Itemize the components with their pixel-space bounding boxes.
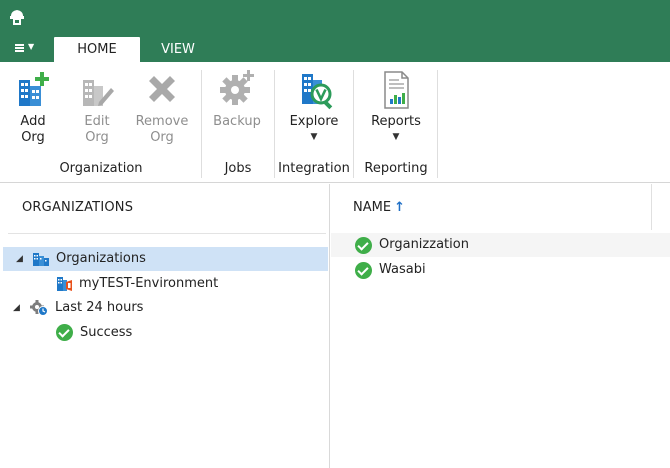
remove-icon: [149, 76, 175, 102]
main-menu-button[interactable]: ▼: [6, 37, 42, 59]
app-logo-icon[interactable]: [7, 7, 27, 27]
success-icon: [355, 237, 372, 254]
tree-item-label: myTEST-Environment: [79, 276, 219, 291]
add-org-label: Add Org: [20, 114, 46, 145]
group-label-integration: Integration: [278, 161, 350, 176]
tree-item-organizations[interactable]: ◢ Organizations: [3, 247, 328, 271]
sort-ascending-icon: ↑: [394, 200, 405, 215]
edit-org-label: Edit Org: [84, 114, 110, 145]
edit-org-icon: [83, 80, 114, 106]
group-label-reporting: Reporting: [364, 161, 428, 176]
collapse-triangle-icon[interactable]: ◢: [16, 247, 23, 271]
collapse-triangle-icon[interactable]: ◢: [13, 296, 20, 320]
organizations-list: NAME ↑ Organizzation Wasabi: [331, 184, 670, 468]
backup-gear-icon: [220, 70, 254, 105]
tree-item-mytest-environment[interactable]: myTEST-Environment: [0, 272, 329, 296]
ribbon-separator: [437, 70, 438, 178]
table-row[interactable]: Organizzation: [331, 233, 670, 257]
chevron-down-icon: ▼: [392, 132, 400, 142]
group-label-organization: Organization: [59, 161, 143, 176]
explore-icon: [302, 74, 333, 110]
hamburger-icon: [15, 43, 24, 52]
backup-label: Backup: [213, 114, 261, 129]
pane-title: ORGANIZATIONS: [22, 200, 134, 215]
group-label-jobs: Jobs: [224, 161, 252, 176]
row-name: Wasabi: [379, 262, 426, 277]
tab-view[interactable]: VIEW: [146, 37, 210, 62]
ribbon: Add Org Edit Org Remove Org Backup Explo…: [0, 62, 670, 183]
reports-button[interactable]: Reports ▼: [362, 68, 430, 142]
success-icon: [56, 324, 74, 341]
office365-org-icon: [57, 277, 72, 291]
edit-org-button[interactable]: Edit Org: [70, 68, 124, 146]
ribbon-separator: [353, 70, 354, 178]
reports-icon: [384, 71, 409, 109]
tree-item-label: Success: [80, 325, 133, 340]
tree-item-success[interactable]: Success: [0, 321, 329, 345]
add-org-icon: [19, 72, 49, 106]
tree-item-last-24-hours[interactable]: ◢ Last 24 hours: [0, 296, 329, 320]
column-header-label: NAME: [353, 200, 392, 215]
table-row[interactable]: Wasabi: [331, 258, 670, 282]
column-divider[interactable]: [651, 184, 652, 230]
tab-home[interactable]: HOME: [54, 37, 140, 62]
remove-org-button[interactable]: Remove Org: [132, 68, 192, 146]
tree-item-label: Organizations: [56, 251, 146, 266]
column-header-name[interactable]: NAME ↑: [353, 200, 405, 215]
add-org-button[interactable]: Add Org: [6, 68, 60, 146]
organizations-icon: [33, 253, 49, 266]
backup-button[interactable]: Backup: [208, 68, 266, 130]
navigation-pane: ORGANIZATIONS ◢ Organizations myTEST-Env…: [0, 184, 330, 468]
title-bar: [0, 0, 670, 34]
row-name: Organizzation: [379, 237, 469, 252]
success-icon: [355, 262, 372, 279]
jobs-history-icon: [30, 300, 48, 316]
ribbon-tab-bar: ▼ HOME VIEW: [0, 34, 670, 62]
divider: [8, 233, 326, 234]
explore-button[interactable]: Explore ▼: [282, 68, 346, 142]
reports-label: Reports: [371, 114, 421, 129]
ribbon-separator: [201, 70, 202, 178]
tree-item-label: Last 24 hours: [55, 300, 144, 315]
chevron-down-icon: ▼: [310, 132, 318, 142]
chevron-down-icon: ▼: [28, 41, 35, 51]
remove-org-label: Remove Org: [135, 114, 189, 145]
explore-label: Explore: [289, 114, 339, 129]
